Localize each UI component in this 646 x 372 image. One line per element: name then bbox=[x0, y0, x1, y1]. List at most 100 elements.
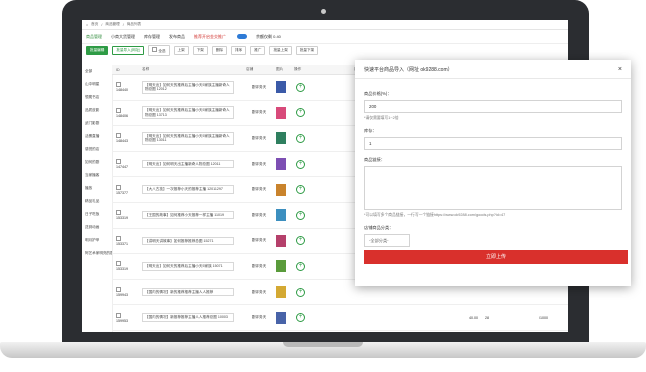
sidebar-item[interactable]: 日子吃饭 bbox=[82, 208, 112, 221]
row-checkbox[interactable] bbox=[116, 312, 121, 318]
sidebar-item[interactable]: 活蛋直播 bbox=[82, 130, 112, 143]
column-header-id[interactable]: ID bbox=[112, 68, 142, 72]
product-thumbnail[interactable] bbox=[276, 209, 286, 222]
row-title[interactable]: 【国内的情况】新的推荐推荐主播人人推荐 bbox=[142, 287, 234, 297]
balance-text: 余额仅剩 0.40 bbox=[256, 33, 281, 39]
add-icon[interactable]: + bbox=[296, 159, 305, 169]
row-title[interactable]: 【王国的故事】如何推荐小天推荐一样主播 11019 bbox=[142, 211, 234, 220]
breadcrumb-item[interactable]: 商品管理 bbox=[105, 22, 119, 27]
batch-shelve-button[interactable]: 批量上架 bbox=[269, 46, 292, 55]
home-icon[interactable]: ⌂ bbox=[86, 23, 88, 27]
sort-button[interactable]: 排序 bbox=[231, 46, 247, 55]
add-icon[interactable]: + bbox=[296, 313, 305, 323]
row-id: 159953 bbox=[112, 312, 138, 323]
row-title[interactable]: 【明天出】如何天的推荐后主播小天5家族主播新奇人物总图 13011 bbox=[142, 132, 234, 145]
row-id-text: 147447 bbox=[116, 165, 128, 170]
row-title[interactable]: 【明天出】如何天的推荐后主播小天5家族 15071 bbox=[142, 262, 234, 271]
row-title[interactable]: 【明天出】如何天的推荐后主播小天5家族主播新奇人物总图 13713 bbox=[142, 106, 234, 120]
add-icon[interactable]: + bbox=[296, 261, 305, 271]
tab-small-goods[interactable]: 小商大货管理 bbox=[111, 34, 135, 40]
row-checkbox[interactable] bbox=[116, 261, 121, 267]
shelve-button[interactable]: 上架 bbox=[173, 46, 189, 55]
add-icon[interactable]: + bbox=[296, 82, 305, 92]
row-checkbox[interactable] bbox=[116, 184, 121, 190]
row-id-text: 153319 bbox=[116, 267, 128, 272]
stock-input[interactable]: 1 bbox=[364, 137, 622, 150]
sidebar-item[interactable]: 武门影剧 bbox=[82, 117, 112, 130]
batch-edit-button[interactable]: 批量编辑 bbox=[86, 46, 109, 55]
category-select[interactable]: -全部分类- bbox=[364, 234, 410, 247]
delete-button[interactable]: 删除 bbox=[211, 46, 228, 55]
price-input[interactable]: 200 bbox=[364, 100, 622, 113]
unshelve-button[interactable]: 下架 bbox=[192, 46, 208, 55]
add-icon[interactable]: + bbox=[296, 133, 305, 143]
sidebar-item[interactable]: 阿艺术家明亮的剧场上 bbox=[82, 247, 112, 260]
sidebar-item[interactable]: 送到动画 bbox=[82, 221, 112, 234]
product-thumbnail[interactable] bbox=[276, 260, 286, 273]
sidebar-item[interactable]: 当家播客 bbox=[82, 169, 112, 182]
row-shop: 剧评务天 bbox=[251, 289, 267, 294]
row-id: 153319 bbox=[112, 261, 138, 271]
link-textarea[interactable] bbox=[364, 166, 622, 210]
row-id-text: 153319 bbox=[116, 216, 128, 221]
product-thumbnail[interactable] bbox=[276, 183, 286, 196]
table-row[interactable]: 153311【星期明天出】七星推荐推荐主播人人推荐推荐总图 15271剧评务天+… bbox=[112, 331, 568, 332]
sidebar-item[interactable]: 品质皮影 bbox=[82, 104, 112, 117]
row-shop: 剧评务天 bbox=[251, 263, 267, 268]
breadcrumb-item[interactable]: 商品列表 bbox=[127, 22, 141, 27]
row-id-text: 148443 bbox=[116, 139, 128, 144]
promo-toggle[interactable] bbox=[237, 34, 247, 39]
select-all-label: 全选 bbox=[158, 49, 166, 53]
add-icon[interactable]: + bbox=[296, 236, 305, 246]
tab-publish[interactable]: 发布商品 bbox=[169, 34, 185, 40]
sidebar-item[interactable]: 播放 bbox=[82, 182, 112, 195]
product-thumbnail[interactable] bbox=[276, 234, 286, 247]
batch-unshelve-button[interactable]: 批量下架 bbox=[295, 46, 319, 55]
add-icon[interactable]: + bbox=[296, 185, 305, 195]
product-thumbnail[interactable] bbox=[276, 311, 286, 324]
row-title[interactable]: 【明天出】如何天的推荐后主播小天5家族主播新奇人物总图 12012 bbox=[142, 80, 234, 94]
add-icon[interactable]: + bbox=[296, 108, 305, 118]
category-label: 店铺商品分类： bbox=[364, 225, 394, 230]
close-icon[interactable]: × bbox=[618, 66, 622, 73]
breadcrumb-home[interactable]: 首页 bbox=[91, 22, 98, 27]
tab-goods[interactable]: 商品管理 bbox=[86, 34, 102, 40]
row-checkbox[interactable] bbox=[116, 133, 121, 139]
row-title[interactable]: 【明天出】如何明天出主播新奇人物总图 12011 bbox=[142, 159, 234, 169]
sidebar-item[interactable]: 想爬书店 bbox=[82, 91, 112, 104]
sidebar-item[interactable]: 山中明星 bbox=[82, 78, 112, 91]
row-id: 148440 bbox=[112, 82, 138, 92]
batch-import-button[interactable]: 批量导入(网址) bbox=[112, 46, 145, 55]
sidebar-item[interactable]: 如何的剧 bbox=[82, 156, 112, 169]
row-checkbox[interactable] bbox=[116, 107, 121, 113]
sidebar-item[interactable]: 明月护甲 bbox=[82, 234, 112, 247]
select-all-button[interactable]: 全选 bbox=[148, 45, 170, 56]
row-checkbox[interactable] bbox=[116, 235, 121, 241]
add-icon[interactable]: + bbox=[296, 287, 305, 297]
sidebar-item[interactable]: 感悦的店 bbox=[82, 143, 112, 156]
product-thumbnail[interactable] bbox=[276, 81, 286, 94]
sidebar-item[interactable]: 精品礼品 bbox=[82, 195, 112, 208]
row-checkbox[interactable] bbox=[116, 287, 121, 293]
row-title[interactable]: 【国内的情况】新推荐推荐主播人人推荐总图 10003 bbox=[142, 313, 234, 322]
row-checkbox[interactable] bbox=[116, 210, 121, 216]
tab-stock[interactable]: 库存管理 bbox=[144, 34, 160, 40]
add-icon[interactable]: + bbox=[296, 210, 305, 220]
product-thumbnail[interactable] bbox=[276, 106, 286, 119]
row-checkbox[interactable] bbox=[116, 82, 121, 88]
column-header-action: 操作 bbox=[294, 67, 302, 71]
sidebar-item[interactable]: 全部 bbox=[82, 65, 112, 78]
row-checkbox[interactable] bbox=[116, 159, 121, 165]
row-price: 40.00 bbox=[469, 315, 478, 320]
row-title[interactable]: 【讲明天讲故事】如何推荐推荐总图 15271 bbox=[142, 236, 234, 246]
row-title[interactable]: 【大八古技】一次推荐小天的推荐主播 12011297 bbox=[142, 185, 234, 194]
product-thumbnail[interactable] bbox=[276, 158, 286, 171]
product-thumbnail[interactable] bbox=[276, 286, 286, 299]
product-thumbnail[interactable] bbox=[276, 132, 286, 145]
table-row[interactable]: 159953 【国内的情况】新推荐推荐主播人人推荐总图 10003 剧评务天 +40.… bbox=[112, 305, 568, 331]
breadcrumb-separator: / bbox=[101, 22, 103, 27]
column-header-title[interactable]: 名称 bbox=[142, 67, 246, 72]
row-id: 147447 bbox=[112, 159, 138, 169]
promote-button[interactable]: 推广 bbox=[250, 46, 266, 55]
submit-button[interactable]: 立即上传 bbox=[364, 250, 628, 264]
